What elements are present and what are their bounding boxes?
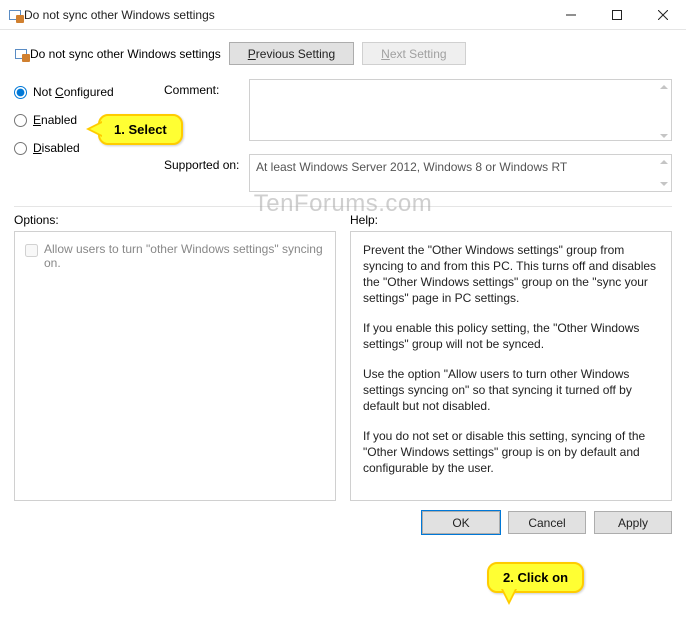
comment-textarea[interactable] (249, 79, 672, 141)
supported-text: At least Windows Server 2012, Windows 8 … (249, 154, 672, 192)
options-panel: Allow users to turn "other Windows setti… (14, 231, 336, 501)
radio-enabled-input[interactable] (14, 114, 27, 127)
help-label: Help: (350, 213, 672, 227)
close-button[interactable] (640, 0, 686, 30)
header-row: Do not sync other Windows settings Previ… (0, 30, 686, 73)
help-p4: If you do not set or disable this settin… (363, 428, 659, 476)
apply-button[interactable]: Apply (594, 511, 672, 534)
help-p3: Use the option "Allow users to turn othe… (363, 366, 659, 414)
help-panel: Prevent the "Other Windows settings" gro… (350, 231, 672, 501)
minimize-button[interactable] (548, 0, 594, 30)
help-p2: If you enable this policy setting, the "… (363, 320, 659, 352)
window-controls (548, 0, 686, 30)
help-p1: Prevent the "Other Windows settings" gro… (363, 242, 659, 306)
maximize-button[interactable] (594, 0, 640, 30)
option-checkbox (25, 244, 38, 257)
radio-not-configured[interactable]: Not Configured (14, 85, 164, 99)
bottom-buttons: OK Cancel Apply (0, 501, 686, 546)
cancel-button[interactable]: Cancel (508, 511, 586, 534)
window-title: Do not sync other Windows settings (24, 8, 548, 22)
callout-click: 2. Click on (487, 562, 584, 593)
supported-label: Supported on: (164, 154, 249, 172)
option-checkbox-label: Allow users to turn "other Windows setti… (44, 242, 325, 270)
radio-not-configured-input[interactable] (14, 86, 27, 99)
policy-icon (14, 46, 30, 62)
comment-label: Comment: (164, 79, 249, 97)
radio-disabled-input[interactable] (14, 142, 27, 155)
lower-area: Options: Allow users to turn "other Wind… (0, 207, 686, 501)
titlebar: Do not sync other Windows settings (0, 0, 686, 30)
window-icon (8, 7, 24, 23)
options-label: Options: (14, 213, 336, 227)
next-setting-button: Next Setting (362, 42, 465, 65)
ok-button[interactable]: OK (422, 511, 500, 534)
callout-select: 1. Select (98, 114, 183, 145)
header-label: Do not sync other Windows settings (30, 47, 221, 61)
option-allow-users[interactable]: Allow users to turn "other Windows setti… (25, 242, 325, 270)
previous-setting-button[interactable]: Previous Setting (229, 42, 354, 65)
